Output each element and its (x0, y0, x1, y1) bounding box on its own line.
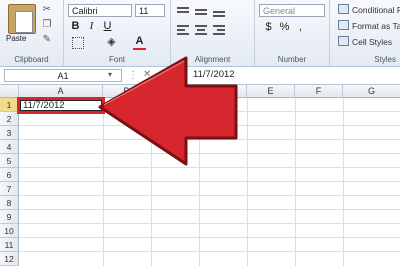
annotation-arrow (98, 56, 238, 166)
annotation-arrow-shape (98, 56, 238, 166)
